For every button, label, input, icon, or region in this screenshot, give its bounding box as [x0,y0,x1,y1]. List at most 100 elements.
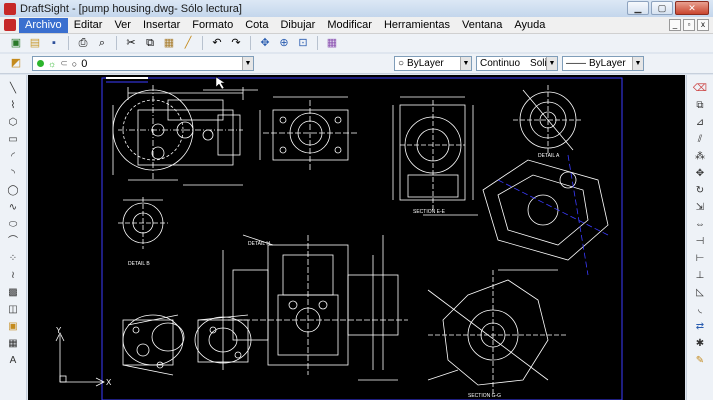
paste-icon[interactable]: ▦ [161,35,177,51]
linetype-dropdown[interactable]: Continuo Solid line ▼ [476,56,558,71]
join-icon[interactable]: ⇄ [692,319,708,335]
rotate-icon[interactable]: ↻ [692,183,708,199]
hatch-icon[interactable]: ▩ [5,285,21,301]
break-icon[interactable]: ⊥ [692,268,708,284]
scale-icon[interactable]: ⇲ [692,200,708,216]
print-preview-icon[interactable]: ⌕ [94,35,110,51]
cut-icon[interactable]: ✂ [123,35,139,51]
edit-icon[interactable]: ✎ [692,353,708,369]
menu-archivo[interactable]: Archivo [19,17,68,33]
menu-modificar[interactable]: Modificar [321,18,378,33]
lineweight-sample-icon: —— [566,58,586,69]
offset-icon[interactable]: ⫽ [692,132,708,148]
extend-icon[interactable]: ⊢ [692,251,708,267]
chevron-down-icon[interactable]: ▼ [632,57,643,70]
rectangle-icon[interactable]: ▭ [5,132,21,148]
spline-icon[interactable]: ∿ [5,200,21,216]
doc-close-button[interactable]: x [697,19,709,31]
detail-a-view [513,85,583,155]
menu-dibujar[interactable]: Dibujar [274,18,321,33]
image-insert-icon[interactable]: ▣ [5,319,21,335]
arc-icon[interactable]: ◜ [5,149,21,165]
section-e-e-label: SECTION E-E [413,209,446,215]
copy-entity-icon[interactable]: ⧉ [692,98,708,114]
draftsight-logo-icon [4,2,16,15]
menu-herramientas[interactable]: Herramientas [378,18,456,33]
chevron-down-icon[interactable]: ▼ [546,57,557,70]
minimize-button[interactable]: ▁ [627,1,649,15]
block-insert-icon[interactable]: ◫ [5,302,21,318]
drawing-canvas[interactable]: DETAIL B DETAIL A SECTION E-E SECTION G-… [28,75,685,400]
maximize-button[interactable]: ▢ [651,1,673,15]
text-icon[interactable]: A [5,353,21,369]
ellipse-arc-icon[interactable]: ⌒ [5,234,21,250]
match-properties-icon[interactable]: ╱ [180,35,196,51]
properties-palette-icon[interactable]: ▦ [324,35,340,51]
revision-cloud-icon[interactable]: ≀ [5,268,21,284]
arc-3point-icon[interactable]: ◝ [5,166,21,182]
zoom-realtime-icon[interactable]: ⊕ [276,35,292,51]
new-file-icon[interactable]: ▣ [8,35,24,51]
color-dropdown[interactable]: ○ ByLayer ▼ [394,56,472,71]
detail-a-label: DETAIL A [538,153,560,159]
layer-manager-icon[interactable]: ◩ [8,56,24,72]
redo-icon[interactable]: ↷ [228,35,244,51]
open-folder-icon[interactable]: ▤ [27,35,43,51]
draw-toolbar: ╲ ⌇ ⬡ ▭ ◜ ◝ ◯ ∿ ⬭ ⌒ ⁘ ≀ ▩ ◫ ▣ ▦ A [0,75,27,400]
window-controls: ▁ ▢ ✕ [627,1,709,15]
copy-icon[interactable]: ⧉ [142,35,158,51]
menu-ventana[interactable]: Ventana [456,18,508,33]
print-icon[interactable]: ⎙ [75,35,91,51]
menu-formato[interactable]: Formato [186,18,239,33]
pan-icon[interactable]: ✥ [257,35,273,51]
layer-name: 0 [81,57,88,70]
erase-icon[interactable]: ⌫ [692,81,708,97]
fillet-icon[interactable]: ◟ [692,302,708,318]
trim-icon[interactable]: ⊣ [692,234,708,250]
undo-icon[interactable]: ↶ [209,35,225,51]
stretch-icon[interactable]: ⇔ [692,217,708,233]
side-view [259,96,358,170]
menu-ver[interactable]: Ver [108,18,137,33]
menu-insertar[interactable]: Insertar [137,18,186,33]
document-icon[interactable] [4,19,16,31]
detail-b-label: DETAIL B [128,261,150,267]
title-bar: DraftSight - [pump housing.dwg- Sólo lec… [0,0,713,17]
pattern-icon[interactable]: ⁂ [692,149,708,165]
menu-editar[interactable]: Editar [68,18,109,33]
color-swatch-icon: ○ [398,58,405,69]
mirror-icon[interactable]: ⊿ [692,115,708,131]
document-window-controls: _ ▫ x [669,19,709,31]
cad-drawing: DETAIL B DETAIL A SECTION E-E SECTION G-… [55,76,623,400]
section-e-e-view [392,96,474,210]
lineweight-dropdown[interactable]: —— ByLayer ▼ [562,56,644,71]
point-icon[interactable]: ⁘ [5,251,21,267]
zoom-window-icon[interactable]: ⊡ [295,35,311,51]
close-button[interactable]: ✕ [675,1,709,15]
doc-minimize-button[interactable]: _ [669,19,681,31]
layer-color-icon: ○ [71,58,78,69]
save-icon[interactable]: ▪ [46,35,62,51]
isometric-section-view [482,154,609,276]
circle-icon[interactable]: ◯ [5,183,21,199]
chevron-down-icon[interactable]: ▼ [242,57,253,70]
polygon-icon[interactable]: ⬡ [5,115,21,131]
toolbar-separator [68,36,69,50]
layer-on-icon [37,60,44,67]
center-section-view [222,235,408,375]
menu-cota[interactable]: Cota [239,18,274,33]
chamfer-icon[interactable]: ◺ [692,285,708,301]
menu-ayuda[interactable]: Ayuda [508,18,551,33]
menu-bar: Archivo Editar Ver Insertar Formato Cota… [0,17,713,34]
layer-dropdown[interactable]: ☼ ⊂ ○ 0 ▼ [32,56,254,71]
linetype-value: Continuo [480,58,521,69]
section-g-g-label: SECTION G-G [468,393,501,399]
ellipse-icon[interactable]: ⬭ [5,217,21,233]
polyline-icon[interactable]: ⌇ [5,98,21,114]
table-icon[interactable]: ▦ [5,336,21,352]
move-icon[interactable]: ✥ [692,166,708,182]
explode-icon[interactable]: ✱ [692,336,708,352]
line-icon[interactable]: ╲ [5,81,21,97]
chevron-down-icon[interactable]: ▼ [460,57,471,70]
doc-restore-button[interactable]: ▫ [683,19,695,31]
